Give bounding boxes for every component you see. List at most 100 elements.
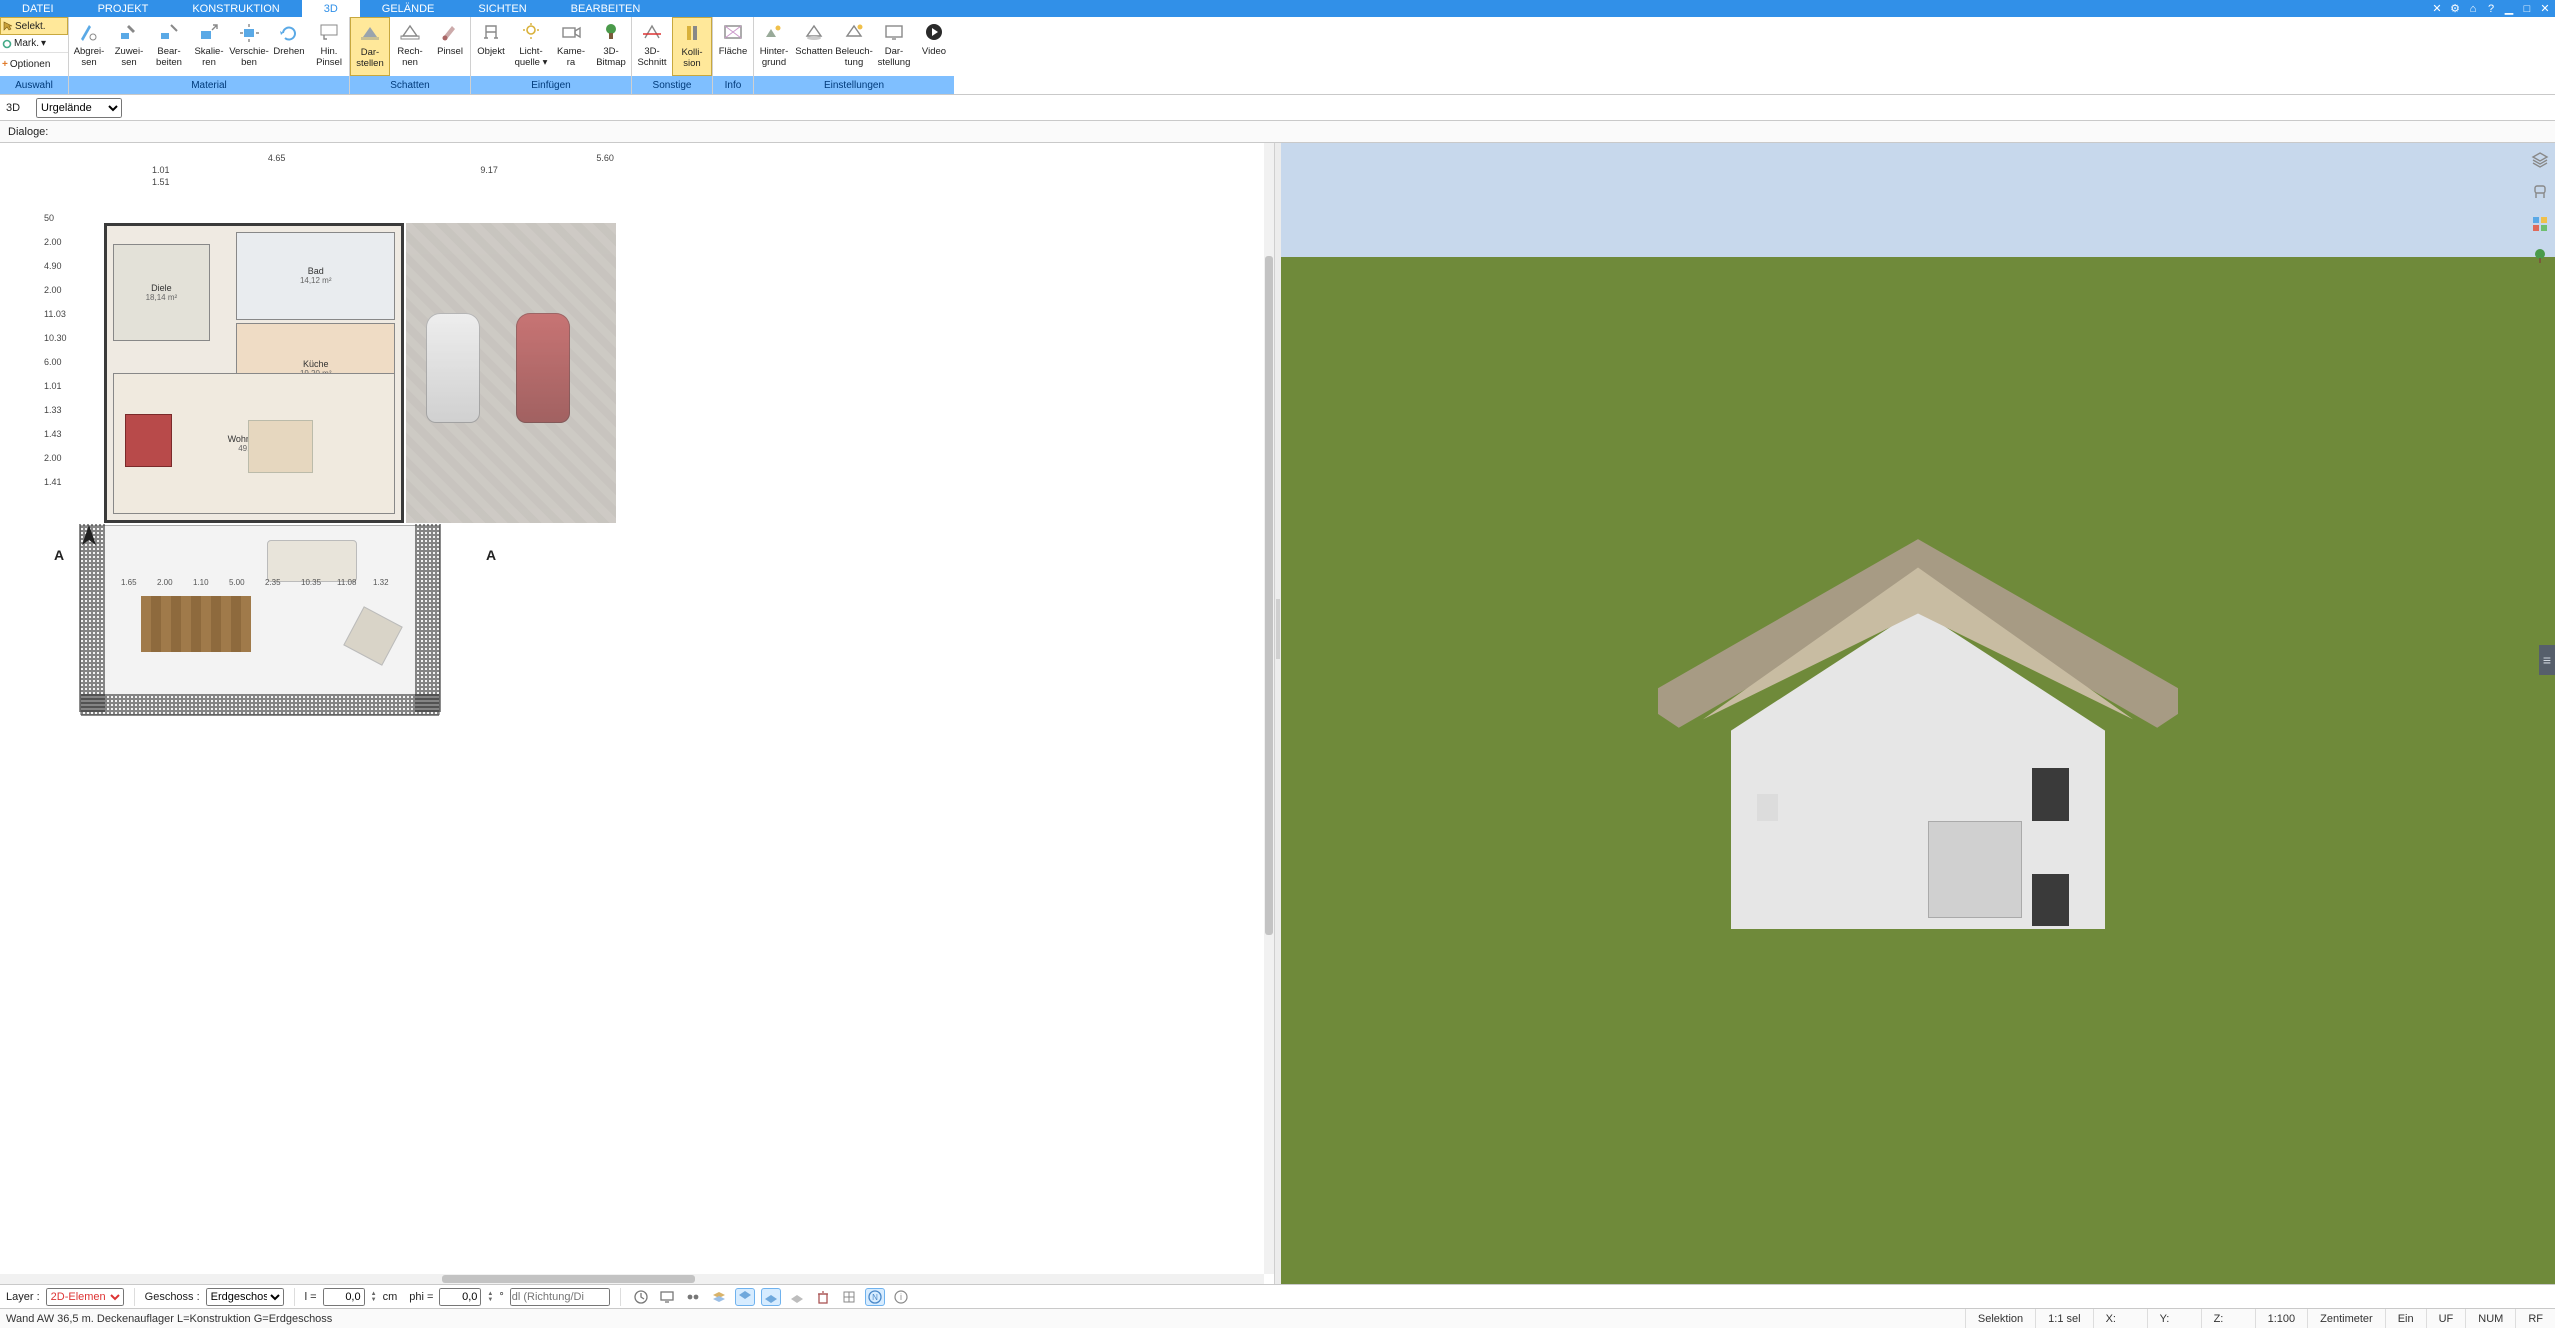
ribbon-hintergrund-label: Hinter- grund xyxy=(760,46,789,68)
layer-select[interactable]: 2D-Elemen xyxy=(46,1288,124,1306)
ribbon-group-header: Einfügen xyxy=(471,76,631,94)
menu-tab-gelände[interactable]: GELÄNDE xyxy=(360,0,457,17)
select-mode-label: Selekt. xyxy=(15,21,46,32)
scrollbar-vertical[interactable] xyxy=(1264,143,1274,1274)
ribbon-hinpinsel-button[interactable]: Hin. Pinsel xyxy=(309,17,349,76)
flaeche-icon xyxy=(720,21,746,43)
ribbon-flaeche-button[interactable]: Fläche xyxy=(713,17,753,76)
mark-mode-label: Mark. xyxy=(14,38,39,49)
scrollbar-horizontal[interactable] xyxy=(0,1274,1264,1284)
info-icon[interactable]: i xyxy=(891,1288,911,1306)
app-icon-tool[interactable]: ✕ xyxy=(2429,2,2445,16)
menu-tab-datei[interactable]: DATEI xyxy=(0,0,76,17)
floor-label: Geschoss : xyxy=(145,1291,200,1303)
plus-icon: + xyxy=(2,59,8,70)
ribbon-abgreisen-button[interactable]: Abgrei- sen xyxy=(69,17,109,76)
ribbon-schatten2-label: Schatten xyxy=(795,46,833,57)
verschieben-icon xyxy=(236,21,262,43)
ribbon-3dschnitt-button[interactable]: 3D- Schnitt xyxy=(632,17,672,76)
phi-unit: ° xyxy=(499,1291,503,1303)
ribbon-rechnen-button[interactable]: Rech- nen xyxy=(390,17,430,76)
ribbon-kamera-button[interactable]: Kame- ra xyxy=(551,17,591,76)
monitor-icon[interactable] xyxy=(657,1288,677,1306)
plane2-icon[interactable] xyxy=(787,1288,807,1306)
darstellen-icon xyxy=(357,22,383,44)
dim-value: 2.00 xyxy=(44,237,62,247)
ribbon-schatten2-button[interactable]: Schatten xyxy=(794,17,834,76)
room-area: 14,12 m² xyxy=(300,276,332,285)
clock-icon[interactable] xyxy=(631,1288,651,1306)
ribbon-darstellen-label: Dar- stellen xyxy=(356,47,383,69)
ribbon-3dschnitt-label: 3D- Schnitt xyxy=(637,46,666,68)
ribbon-3dbitmap-button[interactable]: 3D- Bitmap xyxy=(591,17,631,76)
ribbon-video-button[interactable]: Video xyxy=(914,17,954,76)
iso-icon[interactable] xyxy=(735,1288,755,1306)
bearbeiten-icon xyxy=(156,21,182,43)
ribbon-kollision-button[interactable]: Kolli- sion xyxy=(672,17,712,76)
ribbon-pinsel-button[interactable]: Pinsel xyxy=(430,17,470,76)
dim-value: 1.32 xyxy=(373,578,389,587)
pane-3d[interactable] xyxy=(1281,143,2555,1284)
close-button[interactable]: ✕ xyxy=(2537,2,2553,16)
side-toolbar xyxy=(2527,149,2553,267)
phi-stepper[interactable]: ▲▼ xyxy=(487,1291,493,1303)
length-input[interactable] xyxy=(323,1288,365,1306)
ribbon-verschieben-button[interactable]: Verschie- ben xyxy=(229,17,269,76)
ribbon-lichtquelle-button[interactable]: Licht- quelle ▾ xyxy=(511,17,551,76)
dim-value: 1.41 xyxy=(44,477,62,487)
grid-icon[interactable] xyxy=(839,1288,859,1306)
tool-strip: Layer : 2D-Elemen Geschoss : Erdgeschos … xyxy=(0,1284,2555,1308)
status-message: Wand AW 36,5 m. Deckenauflager L=Konstru… xyxy=(0,1313,1965,1325)
ribbon-beleuchtung-button[interactable]: Beleuch- tung xyxy=(834,17,874,76)
ribbon-darstellen-button[interactable]: Dar- stellen xyxy=(350,17,390,76)
dl-input[interactable] xyxy=(510,1288,610,1306)
length-stepper[interactable]: ▲▼ xyxy=(371,1291,377,1303)
pane-2d[interactable]: 4.655.609.171.011.51 502.004.902.0011.03… xyxy=(0,143,1275,1284)
dim-value: 1.65 xyxy=(121,578,137,587)
dining-table xyxy=(248,420,313,473)
menu-tab-konstruktion[interactable]: KONSTRUKTION xyxy=(170,0,301,17)
layers-icon[interactable] xyxy=(2529,149,2551,171)
ribbon-objekt-button[interactable]: Objekt xyxy=(471,17,511,76)
plane-icon[interactable] xyxy=(761,1288,781,1306)
menu-tab-3d[interactable]: 3D xyxy=(302,0,360,17)
ribbon-darstellung-button[interactable]: Dar- stellung xyxy=(874,17,914,76)
ribbon-zuweisen-button[interactable]: Zuwei- sen xyxy=(109,17,149,76)
app-icon-home[interactable]: ⌂ xyxy=(2465,2,2481,16)
phi-input[interactable] xyxy=(439,1288,481,1306)
trash-icon[interactable] xyxy=(813,1288,833,1306)
layers2-icon[interactable] xyxy=(709,1288,729,1306)
ribbon-side-panel: Selekt. Mark. ▾ + Optionen Auswahl xyxy=(0,17,68,94)
ribbon-group-header: Sonstige xyxy=(632,76,712,94)
options-button[interactable]: + Optionen xyxy=(0,53,68,76)
tree-icon[interactable] xyxy=(2529,245,2551,267)
dim-value: 11.08 xyxy=(337,578,356,587)
dim-value: 2.35 xyxy=(265,578,281,587)
dim-value: 4.90 xyxy=(44,261,62,271)
status-selection: Selektion xyxy=(1965,1309,2035,1328)
app-icon-help[interactable]: ? xyxy=(2483,2,2499,16)
ribbon-drehen-button[interactable]: Drehen xyxy=(269,17,309,76)
3dbitmap-icon xyxy=(598,21,624,43)
3dschnitt-icon xyxy=(639,21,665,43)
mark-mode-button[interactable]: Mark. ▾ xyxy=(0,35,68,53)
maximize-button[interactable]: □ xyxy=(2519,2,2535,16)
ribbon-hinpinsel-label: Hin. Pinsel xyxy=(316,46,342,68)
terrain-select[interactable]: Urgelände xyxy=(36,98,122,118)
ribbon-hintergrund-button[interactable]: Hinter- grund xyxy=(754,17,794,76)
palette-icon[interactable] xyxy=(2529,213,2551,235)
north-icon[interactable]: N xyxy=(865,1288,885,1306)
dim-value: 9.17 xyxy=(480,165,498,175)
chair-icon[interactable] xyxy=(2529,181,2551,203)
menu-tab-bearbeiten[interactable]: BEARBEITEN xyxy=(549,0,663,17)
app-icon-settings[interactable]: ⚙ xyxy=(2447,2,2463,16)
floor-select[interactable]: Erdgeschos xyxy=(206,1288,284,1306)
menu-tab-projekt[interactable]: PROJEKT xyxy=(76,0,171,17)
minimize-button[interactable]: ▁ xyxy=(2501,2,2517,16)
ribbon-bearbeiten-button[interactable]: Bear- beiten xyxy=(149,17,189,76)
ribbon-skalieren-button[interactable]: Skalie- ren xyxy=(189,17,229,76)
side-panel-handle[interactable] xyxy=(2539,645,2555,675)
menu-tab-sichten[interactable]: SICHTEN xyxy=(456,0,548,17)
select-mode-button[interactable]: Selekt. xyxy=(0,17,68,35)
group-icon[interactable] xyxy=(683,1288,703,1306)
